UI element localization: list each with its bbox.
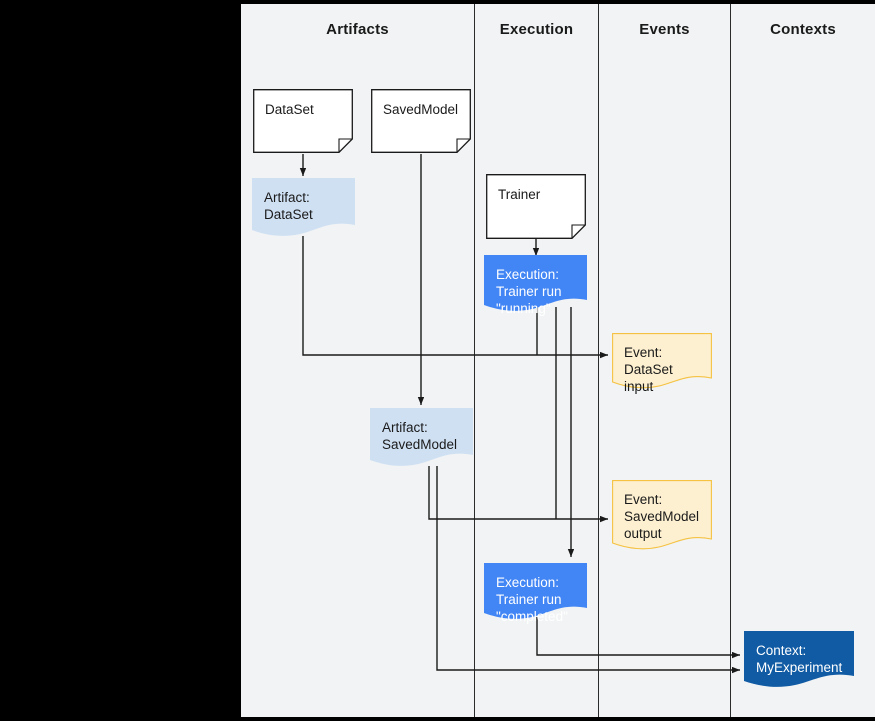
node-label: Execution: Trainer run "running" [496,267,562,316]
node-execution-running[interactable]: Execution: Trainer run "running" [484,255,587,316]
wire-artifact-savedmodel-to-event-output [428,466,608,523]
lane-title-contexts: Contexts [770,21,836,38]
screenshot-root: Artifacts Execution Events Contexts Data… [0,0,875,721]
node-event-dataset-input[interactable]: Event: DataSet input [612,333,712,394]
lane-title-execution: Execution [499,21,574,38]
node-artifact-dataset[interactable]: Artifact: DataSet [252,178,355,238]
document-shape [371,89,471,153]
node-event-savedmodel-output[interactable]: Event: SavedModel output [612,480,712,552]
node-artifact-savedmodel[interactable]: Artifact: SavedModel [370,408,473,468]
lane-title-events: Events [639,21,690,38]
node-dataset-type[interactable]: DataSet [253,89,353,153]
swimlane-diagram: Artifacts Execution Events Contexts Data… [241,4,875,717]
node-savedmodel-type[interactable]: SavedModel [371,89,471,153]
node-label: Event: DataSet input [624,345,673,394]
node-context-myexperiment[interactable]: Context: MyExperiment [744,631,854,689]
node-label: Artifact: SavedModel [382,420,458,452]
node-trainer-type[interactable]: Trainer [486,174,586,239]
node-label: Context: MyExperiment [756,643,843,675]
document-shape [253,89,353,153]
lane-divider-execution-events [598,4,599,717]
node-label: Execution: Trainer run "completed" [496,575,568,624]
document-shape [486,174,586,239]
lane-divider-events-contexts [730,4,731,717]
node-label: DataSet [265,102,314,117]
node-label: Trainer [498,187,541,202]
lane-title-artifacts: Artifacts [326,21,389,38]
lane-divider-artifacts-execution [474,4,475,717]
node-label: SavedModel [383,102,459,117]
node-execution-completed[interactable]: Execution: Trainer run "completed" [484,563,587,624]
node-label: Event: SavedModel output [624,492,700,541]
node-label: Artifact: DataSet [264,190,313,222]
